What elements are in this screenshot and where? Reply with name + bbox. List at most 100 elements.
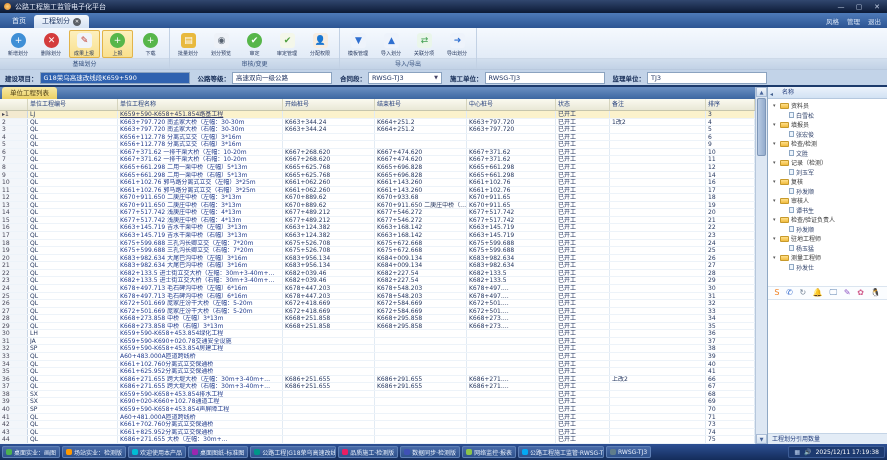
tree-item-检查/检测[interactable]: ▾检查/检测 — [768, 139, 887, 149]
s-logo-icon[interactable]: S — [774, 287, 779, 299]
context-field-value[interactable]: 高速双向一级公路 — [232, 72, 332, 84]
column-header-rownum[interactable] — [0, 99, 28, 110]
monitor-icon[interactable]: 🖵 — [829, 287, 837, 299]
paw-icon[interactable]: ✿ — [857, 287, 864, 299]
table-row[interactable]: 29QLK668+273.858 中桥（右幅）3*13mK668+251.858… — [0, 323, 755, 331]
contact-icon[interactable]: ✆ — [786, 287, 793, 299]
taskbar-item[interactable]: 桌面实业：画图 — [2, 446, 60, 458]
taskbar-item[interactable]: 场站实业：检测版 — [62, 446, 126, 458]
划分预览-button[interactable]: ◉划分预览 — [206, 30, 237, 58]
table-row[interactable]: 37QLK686+271.655 跨大堤大桥（右幅：30m+3-40m+…K68… — [0, 383, 755, 391]
table-row[interactable]: 25QLK678+497.713 毛石碑沟中桥（右幅）6*16mK678+447… — [0, 293, 755, 301]
expand-arrow-icon[interactable]: ▾ — [773, 255, 778, 261]
table-row[interactable]: 12QLK670+911.650 二庚庄中桥（左幅：3*13mK670+889.… — [0, 194, 755, 202]
context-field-value[interactable]: RWSG-TJ3 — [485, 72, 605, 84]
taskbar-item[interactable]: 欢迎使用本产品 — [128, 446, 186, 458]
column-header-8[interactable]: 排序 — [706, 99, 755, 110]
tree-child-孙发顺[interactable]: 孙发顺 — [768, 187, 887, 197]
tree-item-检查/验证负责人[interactable]: ▾检查/验证负责人 — [768, 215, 887, 225]
context-field-value[interactable]: G18荣乌高速改线段K659+590 — [40, 72, 190, 84]
table-row[interactable]: 34QLK661+102.760分离式立交保通桥已开工40 — [0, 361, 755, 369]
table-row[interactable]: 38SXK659+590-K658+453.854排水工程已开工68 — [0, 391, 755, 399]
table-row[interactable]: 23QLK682+133.5 进士街立交大桥（右幅：30m+3-40m+…K68… — [0, 277, 755, 285]
table-row[interactable]: 44QLK686+271.655 大桥（左幅：30m+…已开工75 — [0, 436, 755, 444]
tree-child-张宏俊[interactable]: 张宏俊 — [768, 130, 887, 140]
table-row[interactable]: 36QLK686+271.655 跨大堤大桥（左幅：30m+3-40m+…K68… — [0, 376, 755, 384]
table-row[interactable]: 5QLK656+112.778 分离式立交（右幅）3*16m已开工9 — [0, 141, 755, 149]
table-row[interactable]: 20QLK683+982.634 大尾巴沟中桥（左幅）3*16mK683+956… — [0, 255, 755, 263]
tab-unit-project-list[interactable]: 单位工程列表 — [2, 87, 57, 99]
table-row[interactable]: ▸1LJK659+590-K658+451.854路基工程已开工3 — [0, 111, 755, 119]
table-row[interactable]: 19QLK675+599.688 三孔沟长卿立交（右幅：7*20mK675+52… — [0, 247, 755, 255]
tree-child-刘玉军[interactable]: 刘玉军 — [768, 168, 887, 178]
tree-child-杨玉猛[interactable]: 杨玉猛 — [768, 244, 887, 254]
table-row[interactable]: 17QLK663+145.719 吉水干渠中桥（右幅）3*13mK663+124… — [0, 232, 755, 240]
table-row[interactable]: 15QLK677+517.742 浅庚庄中桥（右幅：4*13mK677+489.… — [0, 217, 755, 225]
expand-arrow-icon[interactable]: ▾ — [773, 179, 778, 185]
table-row[interactable]: 14QLK677+517.742 浅庚庄中桥（左幅：4*13mK677+489.… — [0, 209, 755, 217]
scrollbar-thumb[interactable] — [757, 98, 766, 156]
taskbar-item[interactable]: RWSG-TJ3 — [606, 446, 651, 458]
tree-item-驻地工程师[interactable]: ▾驻地工程师 — [768, 234, 887, 244]
taskbar-item[interactable]: 品质施工·检测版 — [338, 446, 398, 458]
column-header-7[interactable]: 备注 — [610, 99, 706, 110]
tree-child-孙发顺[interactable]: 孙发顺 — [768, 225, 887, 235]
tree-child-孙发仕[interactable]: 孙发仕 — [768, 263, 887, 273]
table-row[interactable]: 32SPK659+590-K658+453.854房建工程已开工38 — [0, 345, 755, 353]
taskbar-item[interactable]: 网络监控·报表 — [462, 446, 516, 458]
tree-child-文胜[interactable]: 文胜 — [768, 149, 887, 159]
palette-icon[interactable]: ✎ — [844, 287, 851, 299]
table-row[interactable]: 3QLK663+797.720 南孟家大桥（右幅：30-30mK663+344.… — [0, 126, 755, 134]
审定-button[interactable]: ✔审定 — [239, 30, 270, 58]
table-row[interactable]: 26QLK672+501.669 庞家庄汾干大桥（左幅：5-20mK672+41… — [0, 300, 755, 308]
tree-item-填报员[interactable]: ▾填报员 — [768, 120, 887, 130]
table-row[interactable]: 18QLK675+599.688 三孔沟长卿立交（左幅：7*20mK675+52… — [0, 240, 755, 248]
column-header-4[interactable]: 结束桩号 — [375, 99, 467, 110]
taskbar-item[interactable]: 数据同步·检测版 — [400, 446, 460, 458]
expand-arrow-icon[interactable]: ▾ — [773, 141, 778, 147]
tree-item-审核人[interactable]: ▾审核人 — [768, 196, 887, 206]
tray-icon[interactable]: ▦ — [794, 449, 800, 456]
taskbar-item[interactable]: 公路工程|G18荣乌高速改线段施工监管 施工端 — [250, 446, 336, 458]
table-row[interactable]: 8QLK665+661.298 二用一渠中桥（左幅）5*13mK665+625.… — [0, 164, 755, 172]
table-row[interactable]: 33QLA60+483.000A匝道跨线桥已开工39 — [0, 353, 755, 361]
table-row[interactable]: 7QLK667+371.62 一排干渠大桥（右幅：10-20mK667+268.… — [0, 156, 755, 164]
tree-item-资料员[interactable]: ▾资料员 — [768, 101, 887, 111]
新增划分-button[interactable]: +新增划分 — [3, 30, 34, 58]
关联分项-button[interactable]: ⇄关联分项 — [409, 30, 440, 58]
tree-item-测量工程师[interactable]: ▾测量工程师 — [768, 253, 887, 263]
close-button[interactable]: ✕ — [871, 3, 883, 11]
成果上报-button[interactable]: ✎成果上报 — [69, 30, 100, 58]
minimize-button[interactable]: — — [835, 3, 847, 11]
context-field-value[interactable]: RWSG-TJ3▼ — [368, 72, 442, 84]
table-row[interactable]: 11QLK661+102.76 郭马路分离式立交（右幅）3*25mK661+06… — [0, 187, 755, 195]
column-header-6[interactable]: 状态 — [556, 99, 610, 110]
删除划分-button[interactable]: ✕删除划分 — [36, 30, 67, 58]
审定管理-button[interactable]: ✔审定管理 — [272, 30, 303, 58]
top-link-管理[interactable]: 管理 — [847, 16, 860, 26]
table-row[interactable]: 16QLK663+145.719 吉水干渠中桥（左幅）3*13mK663+124… — [0, 224, 755, 232]
penguin-icon[interactable]: 🐧 — [871, 287, 881, 299]
chevron-down-icon[interactable]: ▼ — [430, 73, 438, 83]
下载-button[interactable]: +下载 — [135, 30, 166, 58]
table-row[interactable]: 24QLK678+497.713 毛石碑沟中桥（左幅）6*16mK678+447… — [0, 285, 755, 293]
table-row[interactable]: 39SXK690+020-K660+102.78通道工程已开工69 — [0, 398, 755, 406]
tab-home[interactable]: 首页 — [4, 15, 34, 28]
tree-child-谭书生[interactable]: 谭书生 — [768, 206, 887, 216]
expand-arrow-icon[interactable]: ▾ — [773, 198, 778, 204]
column-header-3[interactable]: 开始桩号 — [283, 99, 375, 110]
table-row[interactable]: 2QLK663+797.720 南孟家大桥（左幅：30-30mK663+344.… — [0, 119, 755, 127]
maximize-button[interactable]: ▢ — [853, 3, 865, 11]
table-row[interactable]: 31JAK659+590-K690+020.78交通安全设施已开工37 — [0, 338, 755, 346]
expand-arrow-icon[interactable]: ▾ — [773, 103, 778, 109]
scroll-down-arrow-icon[interactable]: ▼ — [756, 434, 767, 444]
context-field-value[interactable]: TJ3 — [647, 72, 767, 84]
top-link-退出[interactable]: 退出 — [868, 16, 881, 26]
table-row[interactable]: 9QLK665+661.298 二用一渠中桥（右幅）5*13mK665+625.… — [0, 172, 755, 180]
top-link-风格[interactable]: 风格 — [826, 16, 839, 26]
tree-item-复核[interactable]: ▾复核 — [768, 177, 887, 187]
table-row[interactable]: 21QLK683+982.634 大尾巴沟中桥（右幅）3*16mK683+956… — [0, 262, 755, 270]
tree-child-白雪松[interactable]: 白雪松 — [768, 111, 887, 121]
模板管理-button[interactable]: ▼模板管理 — [343, 30, 374, 58]
分配权限-button[interactable]: 👤分配权限 — [305, 30, 336, 58]
